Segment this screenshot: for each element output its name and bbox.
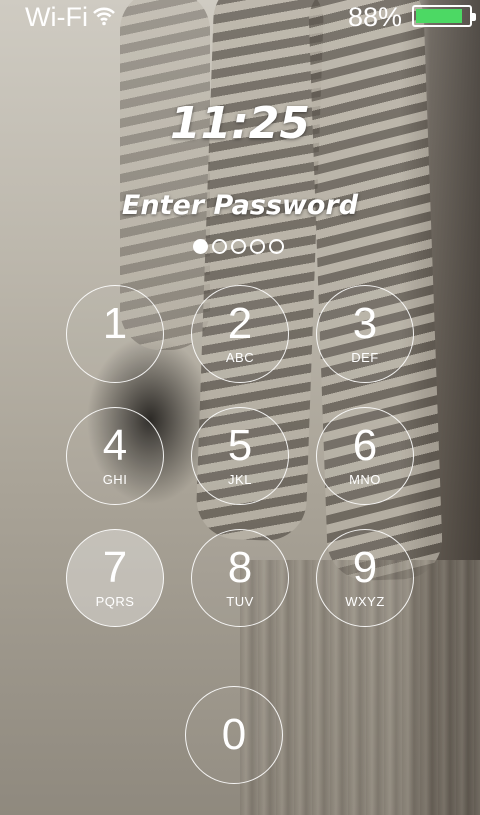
key-digit: 7 xyxy=(102,543,128,592)
battery-cap xyxy=(472,13,476,21)
battery-level-fill xyxy=(416,9,462,23)
keypad-key-0[interactable]: 0 xyxy=(185,686,283,784)
key-letters: ABC xyxy=(225,350,255,365)
key-letters: DEF xyxy=(351,350,379,365)
passcode-dot xyxy=(269,239,284,254)
keypad-key-7[interactable]: 7 PQRS xyxy=(66,529,164,627)
keypad-key-2[interactable]: 2 ABC xyxy=(191,285,289,383)
status-bar: Wi-Fi 88% xyxy=(0,0,480,34)
keypad-key-1[interactable]: 1 xyxy=(66,285,164,383)
key-letters: PQRS xyxy=(95,594,135,609)
wifi-icon xyxy=(92,6,116,26)
passcode-dot xyxy=(193,239,208,254)
key-digit: 3 xyxy=(352,299,378,348)
keypad-key-9[interactable]: 9 WXYZ xyxy=(316,529,414,627)
key-letters: WXYZ xyxy=(345,594,385,609)
key-letters: MNO xyxy=(349,472,381,487)
key-digit: 2 xyxy=(227,299,253,348)
battery-percentage: 88% xyxy=(347,2,402,32)
lock-time: 11:25 xyxy=(169,98,311,149)
key-letters: JKL xyxy=(228,472,252,487)
key-digit: 5 xyxy=(227,421,253,470)
key-letters: TUV xyxy=(226,594,254,609)
key-digit: 4 xyxy=(102,421,128,470)
key-digit: 9 xyxy=(352,543,378,592)
key-digit: 6 xyxy=(352,421,378,470)
key-digit: 8 xyxy=(227,543,253,592)
battery-icon xyxy=(412,5,476,27)
passcode-dots xyxy=(193,239,284,254)
keypad-key-8[interactable]: 8 TUV xyxy=(191,529,289,627)
key-letters: GHI xyxy=(102,472,128,487)
lock-screen: Wi-Fi 88% 11:25 Enter Password 1 2 ABC 3… xyxy=(0,0,480,815)
key-digit: 0 xyxy=(221,710,247,759)
keypad-key-3[interactable]: 3 DEF xyxy=(316,285,414,383)
passcode-dot xyxy=(250,239,265,254)
passcode-dot xyxy=(212,239,227,254)
carrier-label: Wi-Fi xyxy=(25,2,88,32)
keypad-key-5[interactable]: 5 JKL xyxy=(191,407,289,505)
keypad-key-6[interactable]: 6 MNO xyxy=(316,407,414,505)
passcode-dot xyxy=(231,239,246,254)
password-prompt: Enter Password xyxy=(121,190,359,221)
key-digit: 1 xyxy=(102,299,128,348)
keypad-key-4[interactable]: 4 GHI xyxy=(66,407,164,505)
